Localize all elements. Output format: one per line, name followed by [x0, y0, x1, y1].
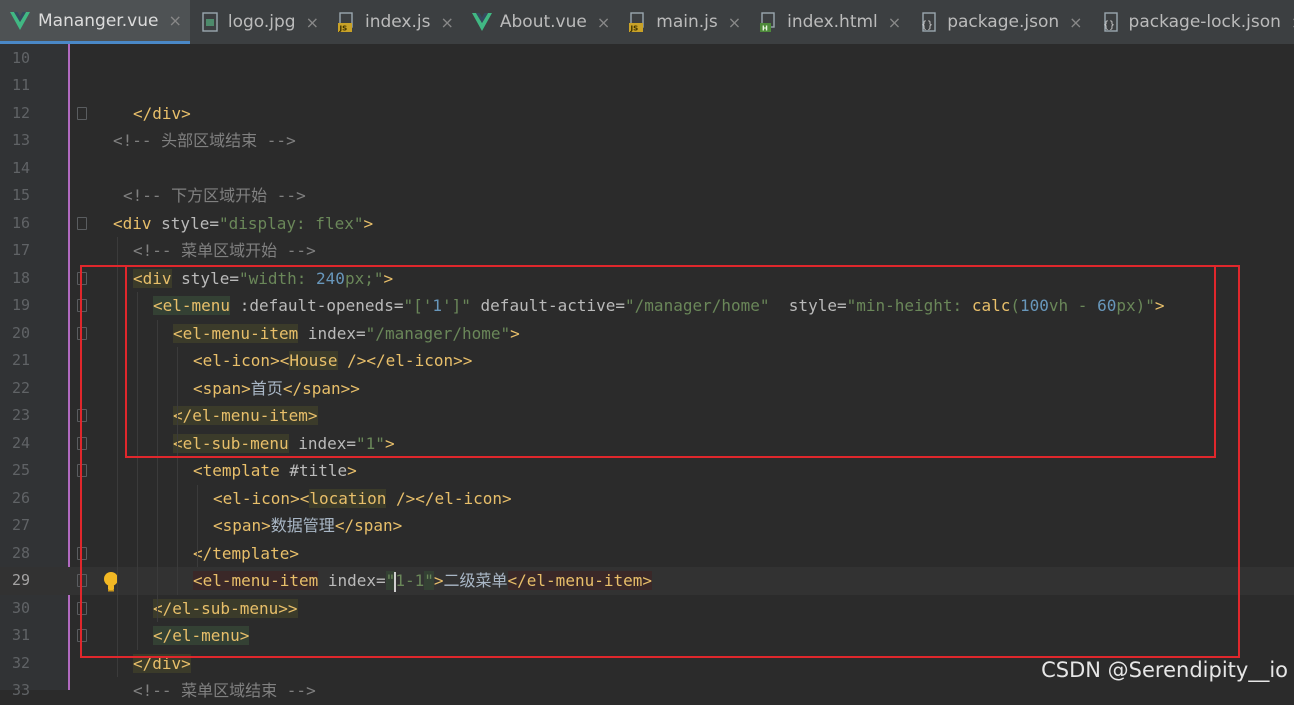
tab-label: main.js	[656, 12, 718, 32]
json-file-icon: {}	[1101, 12, 1121, 32]
js-file-icon: JS	[337, 12, 357, 32]
code-line[interactable]: 12 </div>	[0, 100, 1294, 128]
line-number: 11	[11, 76, 30, 94]
code-text: <!-- 菜单区域开始 -->	[133, 237, 316, 265]
code-text: <!-- 菜单区域结束 -->	[133, 677, 316, 705]
tab-label: package.json	[947, 12, 1060, 32]
line-number: 10	[11, 48, 30, 67]
close-icon[interactable]: ×	[1069, 13, 1082, 32]
line-number: 28	[11, 543, 30, 562]
code-text: <!-- 下方区域开始 -->	[123, 182, 306, 210]
annotation-box-bottom	[80, 265, 1240, 658]
line-number: 12	[11, 103, 30, 122]
code-line[interactable]: 17 <!-- 菜单区域开始 -->	[0, 237, 1294, 265]
code-token: <!-- 菜单区域开始 -->	[133, 241, 316, 260]
tab-mananger-vue[interactable]: Mananger.vue ×	[0, 0, 190, 44]
vue-icon	[10, 11, 30, 31]
vue-icon	[471, 12, 492, 32]
js-file-icon: JS	[628, 12, 648, 32]
line-number: 23	[11, 406, 30, 424]
line-number: 27	[11, 516, 30, 534]
svg-text:{}: {}	[921, 20, 933, 31]
json-file-icon: {}	[919, 12, 939, 32]
svg-text:{}: {}	[1103, 20, 1115, 31]
code-line[interactable]: 11	[0, 72, 1294, 100]
line-number: 21	[11, 351, 30, 369]
close-icon[interactable]: ×	[728, 13, 741, 32]
line-number: 24	[11, 433, 30, 452]
fold-marker-icon[interactable]	[77, 106, 87, 120]
line-number: 29	[11, 571, 30, 589]
tab-index-js[interactable]: JS index.js ×	[327, 0, 462, 44]
code-text: <!-- 头部区域结束 -->	[113, 127, 296, 155]
close-icon[interactable]: ×	[888, 13, 901, 32]
code-text: <div style="display: flex">	[113, 210, 373, 238]
code-token: </div>	[133, 103, 191, 123]
line-number: 13	[11, 131, 30, 149]
tab-package-lock-json[interactable]: {}package-lock.json×	[1091, 0, 1294, 44]
code-token: style=	[151, 213, 219, 233]
close-icon[interactable]: ×	[440, 13, 453, 32]
tab-label: index.html	[787, 12, 878, 32]
code-token: "	[218, 213, 229, 233]
line-number: 16	[11, 213, 30, 232]
code-token: <!-- 下方区域开始 -->	[123, 186, 306, 205]
line-number: 33	[11, 681, 30, 699]
tab-label: logo.jpg	[227, 12, 296, 32]
close-icon[interactable]: ×	[168, 11, 181, 30]
code-token: display: flex	[228, 213, 354, 233]
code-editor[interactable]: 10 11 12 </div> 13 <!-- 头部区域结束 --> 14 15 <!-- 下方…	[0, 44, 1294, 700]
tab-label: package-lock.json	[1128, 12, 1281, 32]
editor-tab-bar: Mananger.vue × logo.jpg × JS index.js × About.v…	[0, 0, 1294, 45]
tab-index-html[interactable]: Hindex.html ×	[749, 0, 909, 44]
code-token: <!-- 头部区域结束 -->	[113, 131, 296, 150]
image-file-icon	[200, 12, 220, 32]
tab-label: Mananger.vue	[38, 10, 159, 31]
line-number: 18	[11, 268, 30, 287]
line-number: 31	[11, 626, 30, 644]
code-line[interactable]: 16 <div style="display: flex">	[0, 210, 1294, 238]
code-line[interactable]: 15 <!-- 下方区域开始 -->	[0, 182, 1294, 210]
code-text: </div>	[133, 100, 191, 128]
line-number: 14	[11, 158, 30, 177]
tab-label: About.vue	[499, 12, 587, 32]
line-number: 20	[11, 323, 30, 342]
code-token: >	[363, 213, 374, 233]
code-line[interactable]: 13 <!-- 头部区域结束 -->	[0, 127, 1294, 155]
tab-main-js[interactable]: JS main.js ×	[618, 0, 749, 44]
code-token: <div	[113, 213, 152, 233]
svg-text:H: H	[762, 25, 768, 33]
fold-marker-icon[interactable]	[77, 216, 87, 230]
line-number: 25	[11, 461, 30, 479]
code-line[interactable]: 10	[0, 45, 1294, 73]
close-icon[interactable]: ×	[597, 13, 610, 32]
line-number: 15	[11, 186, 30, 204]
tab-about-vue[interactable]: About.vue ×	[462, 0, 618, 44]
tab-logo-jpg[interactable]: logo.jpg ×	[190, 0, 327, 44]
line-number: 22	[11, 378, 30, 397]
code-line[interactable]: 14	[0, 155, 1294, 183]
line-number: 32	[11, 653, 30, 672]
line-number: 26	[11, 488, 30, 507]
html-file-icon: H	[759, 12, 779, 32]
svg-text:JS: JS	[630, 25, 639, 33]
line-number: 17	[11, 241, 30, 259]
line-number: 30	[11, 598, 30, 617]
line-number: 19	[11, 296, 30, 314]
tab-label: index.js	[364, 12, 431, 32]
tab-package-json[interactable]: {} package.json ×	[909, 0, 1090, 44]
code-token: <!-- 菜单区域结束 -->	[133, 681, 316, 700]
watermark: CSDN @Serendipity__io	[1041, 658, 1288, 682]
svg-text:JS: JS	[338, 25, 347, 33]
close-icon[interactable]: ×	[306, 13, 319, 32]
